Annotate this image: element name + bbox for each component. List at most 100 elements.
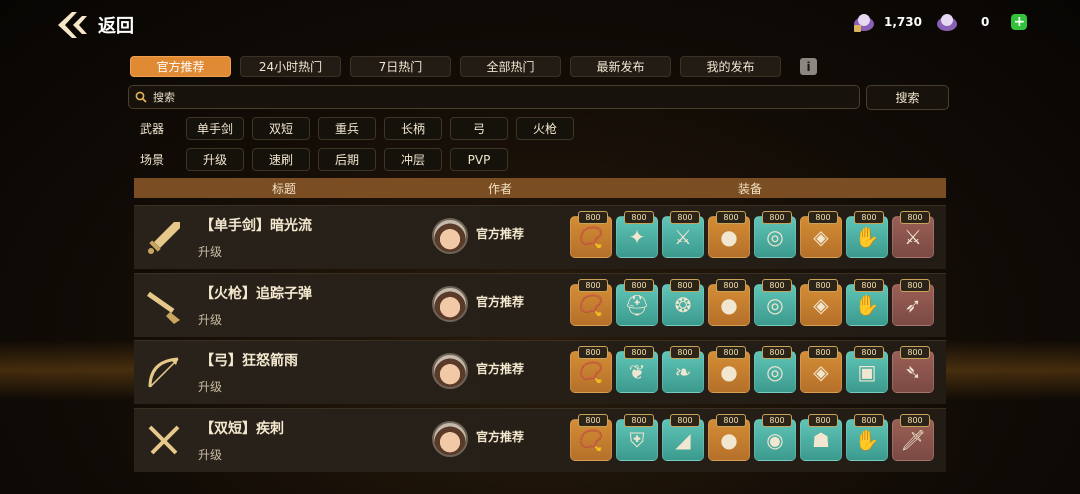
vest-icon: ▣ — [857, 360, 877, 384]
tab-official[interactable]: 官方推荐 — [130, 56, 231, 77]
filter-heavy[interactable]: 重兵 — [318, 117, 376, 140]
filter-dual-short[interactable]: 双短 — [252, 117, 310, 140]
filter-late-game[interactable]: 后期 — [318, 148, 376, 171]
build-title: 【火枪】追踪子弹 — [200, 286, 312, 302]
level-badge: 800 — [670, 279, 700, 292]
equipment-slot[interactable]: 800 ➴ — [892, 346, 934, 393]
tab-my-posts[interactable]: 我的发布 — [680, 56, 781, 77]
build-tag: 升级 — [198, 245, 223, 259]
table-row[interactable]: 【弓】狂怒箭雨 升级 官方推荐 800 📿 800 ❦ 800 ❧ 800 ● 800 ◎ 800 ◈ 800… — [134, 340, 946, 404]
level-badge: 800 — [624, 346, 654, 359]
level-badge: 800 — [854, 346, 884, 359]
tab-24h-hot[interactable]: 24小时热门 — [240, 56, 341, 77]
level-badge: 800 — [670, 414, 700, 427]
tab-7day-hot[interactable]: 7日热门 — [350, 56, 451, 77]
level-badge: 800 — [808, 279, 838, 292]
necklace-icon: 📿 — [578, 225, 604, 249]
table-row[interactable]: 【单手剑】暗光流 升级 官方推荐 800 📿 800 ✦ 800 ⚔ 800 ● 800 ◎ 800 ◈ 80… — [134, 205, 946, 269]
tab-all-hot[interactable]: 全部热门 — [460, 56, 561, 77]
level-badge: 800 — [854, 279, 884, 292]
level-badge: 800 — [762, 211, 792, 224]
filter-polearm[interactable]: 长柄 — [384, 117, 442, 140]
level-badge: 800 — [762, 279, 792, 292]
bracer-icon: ◈ — [813, 225, 829, 249]
level-badge: 800 — [624, 279, 654, 292]
equipment-slots: 800 📿 800 ✦ 800 ⚔ 800 ● 800 ◎ 800 ◈ 800 ✋ 800 ⚔ — [570, 211, 934, 258]
back-button[interactable]: 返回 — [56, 10, 134, 40]
equipment-slot[interactable]: 800 🗡 — [892, 414, 934, 461]
equipment-slot[interactable]: 800 ✋ — [846, 211, 888, 258]
equipment-slot[interactable]: 800 ✋ — [846, 414, 888, 461]
equipment-slot[interactable]: 800 ● — [708, 211, 750, 258]
boot-icon: ◢ — [675, 428, 691, 452]
equipment-slot[interactable]: 800 ✦ — [616, 211, 658, 258]
build-title: 【单手剑】暗光流 — [200, 218, 312, 234]
table-row[interactable]: 【双短】疾刺 升级 官方推荐 800 📿 800 ⛨ 800 ◢ 800 ● 800 ◉ 800 ☗ 800 ✋… — [134, 408, 946, 472]
equipment-slot[interactable]: 800 ◈ — [800, 211, 842, 258]
back-label: 返回 — [98, 16, 134, 37]
back-arrow-icon — [58, 12, 87, 38]
filter-level-up[interactable]: 升级 — [186, 148, 244, 171]
equipment-slot[interactable]: 800 ➶ — [892, 279, 934, 326]
leaf-icon: ❧ — [674, 360, 692, 384]
author-avatar[interactable] — [432, 353, 468, 389]
level-badge: 800 — [716, 279, 746, 292]
author-avatar[interactable] — [432, 218, 468, 254]
plus-icon[interactable]: + — [1011, 14, 1028, 30]
filter-pvp[interactable]: PVP — [450, 148, 508, 171]
equipment-slot[interactable]: 800 ⚔ — [662, 211, 704, 258]
equipment-slot[interactable]: 800 ◈ — [800, 346, 842, 393]
level-badge: 800 — [808, 211, 838, 224]
equipment-slot[interactable]: 800 ❂ — [662, 279, 704, 326]
purple-star-icon: ✦ — [628, 225, 646, 249]
equipment-slot[interactable]: 800 ● — [708, 414, 750, 461]
filter-floor-push[interactable]: 冲层 — [384, 148, 442, 171]
equipment-slot[interactable]: 800 ◎ — [754, 211, 796, 258]
filter-one-handed-sword[interactable]: 单手剑 — [186, 117, 244, 140]
filter-musket[interactable]: 火枪 — [516, 117, 574, 140]
filter-speed-farm[interactable]: 速刷 — [252, 148, 310, 171]
bracer-icon: ◈ — [813, 360, 829, 384]
level-badge: 800 — [578, 346, 608, 359]
equipment-slot[interactable]: 800 📿 — [570, 211, 612, 258]
equipment-slot[interactable]: 800 📿 — [570, 346, 612, 393]
equipment-slot[interactable]: 800 ● — [708, 279, 750, 326]
author-avatar[interactable] — [432, 421, 468, 457]
equipment-slot[interactable]: 800 ☗ — [800, 414, 842, 461]
author-avatar[interactable] — [432, 286, 468, 322]
equipment-slot[interactable]: 800 ✋ — [846, 279, 888, 326]
equipment-slot[interactable]: 800 ❧ — [662, 346, 704, 393]
equipment-slot[interactable]: 800 ▣ — [846, 346, 888, 393]
search-button[interactable]: 搜索 — [866, 85, 949, 110]
equipment-slot[interactable]: 800 ◎ — [754, 279, 796, 326]
level-badge: 800 — [900, 346, 930, 359]
equipment-slots: 800 📿 800 ⛨ 800 ◢ 800 ● 800 ◉ 800 ☗ 800 ✋ 800 🗡 — [570, 414, 934, 461]
equipment-slot[interactable]: 800 ● — [708, 346, 750, 393]
author-name: 官方推荐 — [476, 362, 525, 376]
bomb-icon: ● — [720, 428, 738, 452]
equipment-slot[interactable]: 800 ⛨ — [616, 414, 658, 461]
level-badge: 800 — [854, 211, 884, 224]
equipment-slot[interactable]: 800 📿 — [570, 414, 612, 461]
table-row[interactable]: 【火枪】追踪子弹 升级 官方推荐 800 📿 800 ⛑ 800 ❂ 800 ● 800 ◎ 800 ◈ 80… — [134, 273, 946, 337]
level-badge: 800 — [808, 346, 838, 359]
info-icon[interactable]: i — [800, 58, 817, 75]
equipment-slot[interactable]: 800 ⛑ — [616, 279, 658, 326]
bow-icon — [144, 353, 184, 393]
equipment-slot[interactable]: 800 ◎ — [754, 346, 796, 393]
search-input[interactable] — [151, 89, 835, 105]
tab-latest[interactable]: 最新发布 — [570, 56, 671, 77]
scene-filter-label: 场景 — [140, 153, 165, 167]
equipment-slot[interactable]: 800 ◈ — [800, 279, 842, 326]
filter-bow[interactable]: 弓 — [450, 117, 508, 140]
leaf-armor-icon: ❦ — [628, 360, 646, 384]
equipment-slot[interactable]: 800 ⚔ — [892, 211, 934, 258]
equipment-slot[interactable]: 800 📿 — [570, 279, 612, 326]
gloves-icon: ✋ — [854, 293, 880, 317]
table-header: 标题 作者 装备 — [134, 178, 946, 198]
equipment-slot[interactable]: 800 ◉ — [754, 414, 796, 461]
bomb-icon: ● — [720, 360, 738, 384]
level-badge: 800 — [578, 279, 608, 292]
equipment-slot[interactable]: 800 ❦ — [616, 346, 658, 393]
equipment-slot[interactable]: 800 ◢ — [662, 414, 704, 461]
